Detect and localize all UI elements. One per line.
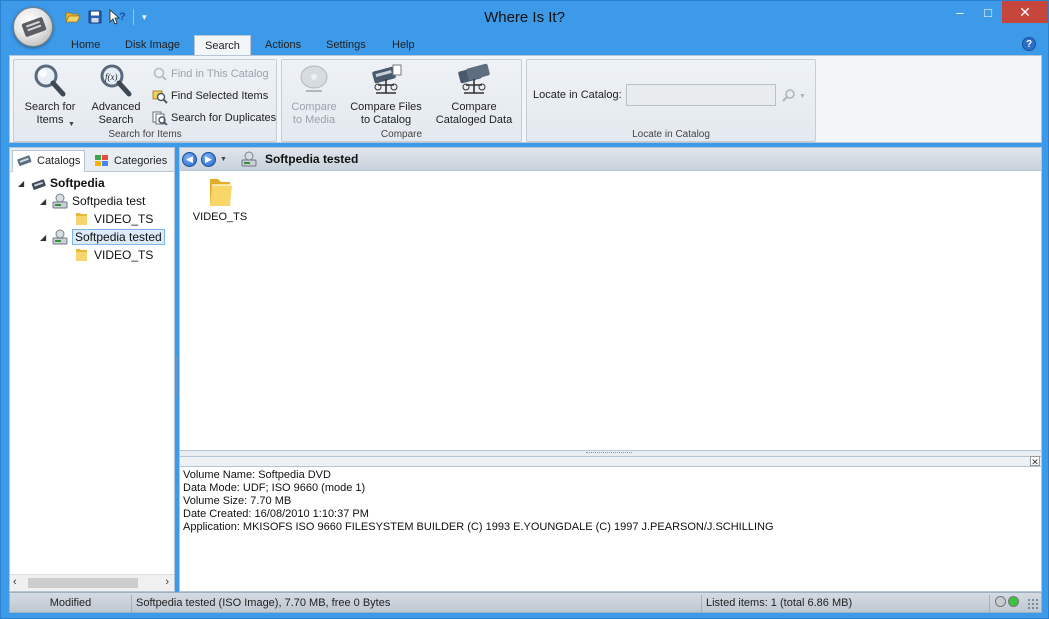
locate-group-label: Locate in Catalog [632, 129, 710, 140]
status-catalog-info: Softpedia tested (ISO Image), 7.70 MB, f… [132, 595, 702, 612]
maximize-button[interactable]: □ [974, 1, 1002, 23]
locate-go-button[interactable]: ▼ [781, 87, 806, 106]
status-light-off-icon [995, 596, 1006, 607]
find-selected-icon [152, 88, 168, 104]
status-light-on-icon [1008, 596, 1019, 607]
date-created: Date Created: 16/08/2010 1:10:37 PM [183, 508, 369, 520]
folder-icon [74, 247, 90, 263]
compare-files-icon [368, 63, 404, 97]
close-icon[interactable]: ✕ [1030, 456, 1040, 467]
compare-media-icon [296, 63, 332, 97]
function-magnifier-icon: f(x) [98, 63, 134, 97]
scroll-right-icon[interactable]: › [165, 576, 169, 588]
status-listed-items: Listed items: 1 (total 6.86 MB) [702, 595, 990, 612]
resize-grip-icon[interactable] [1027, 598, 1039, 610]
catalogs-icon [17, 153, 33, 169]
close-button[interactable]: ✕ [1002, 1, 1048, 23]
tab-catalogs[interactable]: Catalogs [12, 150, 86, 172]
status-lights [995, 596, 1019, 607]
locate-input[interactable] [626, 84, 776, 106]
ribbon-panel: Search for Items ▼ f(x) Advanced Search … [9, 55, 1042, 143]
advanced-search-button[interactable]: f(x) Advanced Search [86, 63, 146, 127]
data-mode: Data Mode: UDF; ISO 9660 (mode 1) [183, 482, 366, 494]
compare-files-label: Compare Files to Catalog [350, 101, 422, 126]
compare-files-button[interactable]: Compare Files to Catalog [348, 63, 424, 127]
compare-group: Compare to Media Compare Files to Catalo… [281, 59, 522, 142]
compare-to-media-button[interactable]: Compare to Media [286, 63, 342, 127]
catalog-drive-icon [30, 175, 46, 191]
find-catalog-icon [152, 66, 168, 82]
application: Application: MKISOFS ISO 9660 FILESYSTEM… [183, 521, 774, 533]
file-item-label: VIDEO_TS [192, 211, 248, 223]
locate-group: Locate in Catalog: ▼ Locate in Catalog [526, 59, 816, 142]
tree-item-video-ts[interactable]: VIDEO_TS [74, 246, 153, 264]
app-window: ? ▾ Where Is It? – □ ✕ Home Disk Image S… [0, 0, 1049, 619]
info-panel: Volume Name: Softpedia DVD Data Mode: UD… [179, 467, 1042, 592]
locate-label: Locate in Catalog: [533, 89, 622, 101]
disk-image-icon [241, 151, 257, 167]
ribbon-tabs: Home Disk Image Search Actions Settings … [9, 33, 1042, 55]
tab-home[interactable]: Home [61, 35, 110, 55]
magnifier-icon [32, 63, 68, 97]
compare-cataloged-label: Compare Cataloged Data [435, 101, 513, 126]
info-panel-header: ✕ [179, 456, 1042, 467]
tree-item-softpedia-tested[interactable]: ◢ Softpedia tested [40, 228, 165, 246]
find-selected-items-button[interactable]: Find Selected Items [152, 87, 268, 105]
volume-name: Volume Name: Softpedia DVD [183, 469, 331, 481]
help-icon[interactable]: ? [1022, 37, 1036, 51]
file-view: VIDEO_TS [179, 171, 1042, 451]
advanced-search-label: Advanced Search [91, 101, 141, 126]
folder-icon [204, 175, 236, 207]
tree-toggle[interactable]: ◢ [40, 197, 48, 206]
path-bar: ◀ ▶ ▼ Softpedia tested [179, 147, 1042, 171]
search-group: Search for Items ▼ f(x) Advanced Search … [13, 59, 277, 142]
tree-item-softpedia-test[interactable]: ◢ Softpedia test [40, 192, 145, 210]
app-orb-icon[interactable] [13, 7, 53, 47]
find-in-catalog-button[interactable]: Find in This Catalog [152, 65, 269, 83]
window-title: Where Is It? [484, 9, 565, 26]
tree-toggle[interactable]: ◢ [18, 179, 26, 188]
catalog-panel: Catalogs Categories ◢ Softpedia ◢ Softpe… [9, 147, 175, 592]
tab-actions[interactable]: Actions [255, 35, 311, 55]
search-for-items-button[interactable]: Search for Items ▼ [20, 63, 80, 128]
tab-search[interactable]: Search [194, 35, 251, 55]
compare-cataloged-icon [456, 63, 492, 97]
file-item-video-ts[interactable]: VIDEO_TS [188, 175, 252, 223]
compare-group-label: Compare [380, 129, 423, 140]
tree-item-video-ts[interactable]: VIDEO_TS [74, 210, 153, 228]
status-bar: Modified Softpedia tested (ISO Image), 7… [9, 592, 1042, 613]
locate-magnifier-icon [781, 87, 797, 106]
path-title: Softpedia tested [264, 152, 359, 166]
forward-icon[interactable]: ▶ [201, 151, 216, 167]
locate-dropdown-arrow[interactable]: ▼ [799, 93, 806, 100]
search-duplicates-button[interactable]: Search for Duplicates [152, 109, 276, 127]
history-dropdown-icon[interactable]: ▼ [220, 156, 227, 163]
volume-size: Volume Size: 7.70 MB [183, 495, 292, 507]
compare-to-media-label: Compare to Media [291, 101, 337, 126]
scroll-thumb[interactable] [28, 578, 138, 588]
tab-settings[interactable]: Settings [316, 35, 376, 55]
disk-image-icon [52, 229, 68, 245]
title-bar: ? ▾ Where Is It? – □ ✕ [1, 1, 1048, 33]
back-icon[interactable]: ◀ [182, 151, 197, 167]
tree-item-softpedia[interactable]: ◢ Softpedia [18, 174, 105, 192]
tab-disk-image[interactable]: Disk Image [115, 35, 190, 55]
status-modified: Modified [10, 595, 132, 612]
catalog-panel-tabs: Catalogs Categories [10, 148, 174, 172]
search-group-label: Search for Items [108, 129, 182, 140]
window-controls: – □ ✕ [946, 1, 1048, 23]
horizontal-scrollbar[interactable]: ‹ › [10, 574, 174, 591]
folder-icon [74, 211, 90, 227]
scroll-left-icon[interactable]: ‹ [13, 576, 17, 588]
compare-cataloged-button[interactable]: Compare Cataloged Data [430, 63, 518, 127]
tab-categories[interactable]: Categories [90, 150, 171, 172]
tree-toggle[interactable]: ◢ [40, 233, 48, 242]
disk-image-icon [52, 193, 68, 209]
tab-help[interactable]: Help [382, 35, 425, 55]
duplicates-icon [152, 110, 168, 126]
categories-icon [94, 153, 110, 169]
svg-text:f(x): f(x) [105, 72, 118, 82]
minimize-button[interactable]: – [946, 1, 974, 23]
